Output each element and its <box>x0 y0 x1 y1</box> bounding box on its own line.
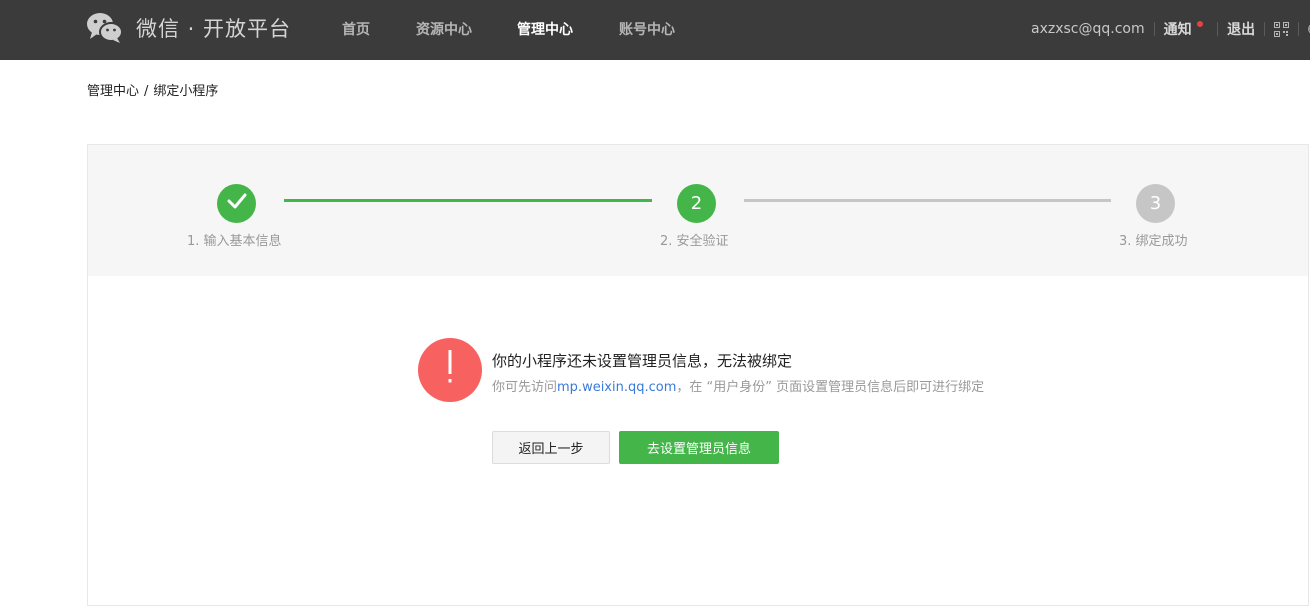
step-3-label: 3. 绑定成功 <box>1119 234 1188 249</box>
logout-link[interactable]: 退出 <box>1227 19 1255 39</box>
top-nav-bar: 微信 · 开放平台 首页 资源中心 管理中心 账号中心 axzxsc@qq.co… <box>0 0 1310 60</box>
breadcrumb-separator: / <box>144 84 149 99</box>
step-progress: 1. 输入基本信息 2 2. 安全验证 3 3. 绑定成功 <box>88 145 1308 276</box>
logo-text: 微信 · 开放平台 <box>136 17 292 41</box>
step-3-circle: 3 <box>1136 184 1175 223</box>
step-2-circle: 2 <box>677 184 716 223</box>
notice-label: 通知 <box>1163 22 1192 38</box>
step-connector-done <box>284 199 652 202</box>
nav-account[interactable]: 账号中心 <box>619 19 675 39</box>
warning-badge <box>418 338 482 402</box>
logo[interactable]: 微信 · 开放平台 <box>86 11 291 45</box>
breadcrumb-item-bind-miniprogram: 绑定小程序 <box>153 84 219 99</box>
breadcrumb: 管理中心 / 绑定小程序 <box>87 80 218 99</box>
wechat-logo-icon <box>86 12 124 44</box>
message-desc-prefix: 你可先访问 <box>492 380 558 395</box>
notice-badge-dot <box>1197 21 1204 27</box>
mp-weixin-link[interactable]: mp.weixin.qq.com <box>557 380 676 395</box>
step-1-label: 1. 输入基本信息 <box>187 234 282 249</box>
breadcrumb-item-management[interactable]: 管理中心 <box>87 84 139 99</box>
qrcode-icon[interactable] <box>1274 21 1290 37</box>
nav-management[interactable]: 管理中心 <box>517 19 573 39</box>
step-2-number: 2 <box>690 193 703 214</box>
message-description: 你可先访问mp.weixin.qq.com，在 “用户身份” 页面设置管理员信息… <box>492 376 984 395</box>
user-area: axzxsc@qq.com 通知 退出 <box>1031 18 1310 40</box>
step-2-label: 2. 安全验证 <box>660 234 729 249</box>
main-panel: 1. 输入基本信息 2 2. 安全验证 3 3. 绑定成功 你的小程序还未设置管… <box>87 144 1309 606</box>
message-title: 你的小程序还未设置管理员信息，无法被绑定 <box>492 352 793 370</box>
nav-home[interactable]: 首页 <box>342 19 370 39</box>
exclamation-icon <box>445 350 455 390</box>
step-connector-todo <box>744 199 1111 202</box>
step-3-number: 3 <box>1149 193 1162 214</box>
divider <box>1264 22 1266 36</box>
set-admin-button[interactable]: 去设置管理员信息 <box>619 431 779 464</box>
back-button[interactable]: 返回上一步 <box>492 431 610 464</box>
divider <box>1217 22 1219 36</box>
check-icon <box>227 193 247 214</box>
user-email[interactable]: axzxsc@qq.com <box>1031 21 1145 37</box>
nav-resources[interactable]: 资源中心 <box>416 19 472 39</box>
step-1-circle <box>217 184 256 223</box>
divider <box>1298 22 1300 36</box>
message-desc-suffix: ，在 “用户身份” 页面设置管理员信息后即可进行绑定 <box>676 380 985 395</box>
notice-link[interactable]: 通知 <box>1164 19 1208 39</box>
divider <box>1153 22 1155 36</box>
